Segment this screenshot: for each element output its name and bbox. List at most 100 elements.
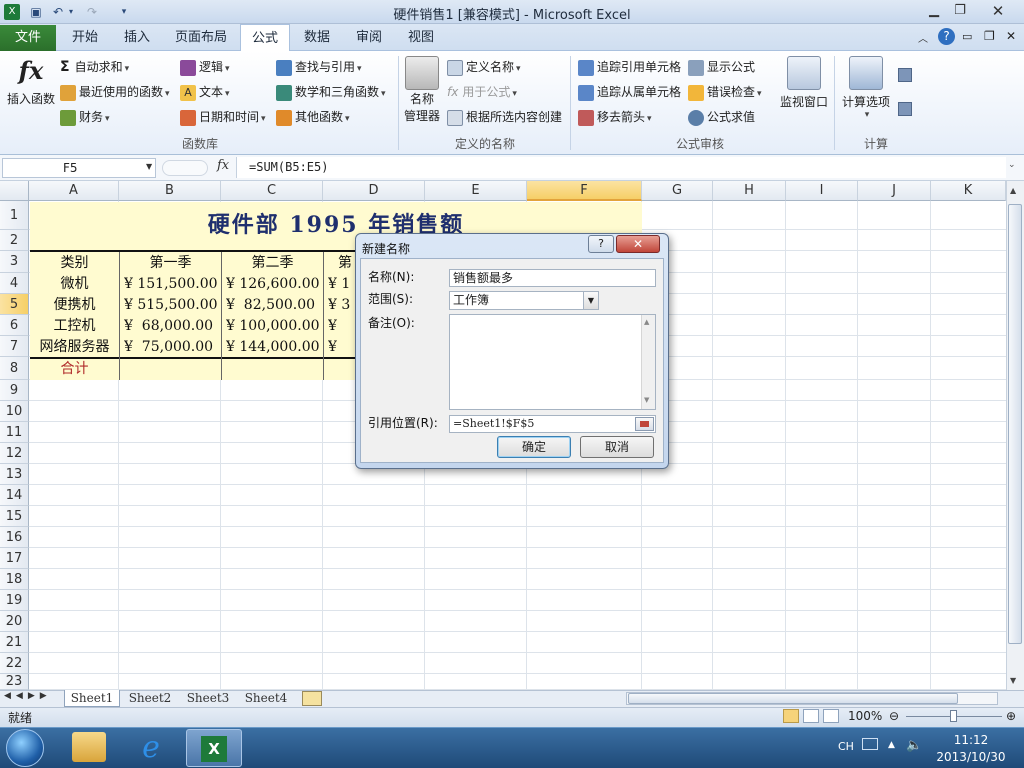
row-header[interactable]: 17 (0, 548, 29, 569)
page-layout-view-icon[interactable] (803, 709, 819, 723)
row-header[interactable]: 20 (0, 611, 29, 632)
row-header[interactable]: 12 (0, 443, 29, 464)
insert-sheet-icon[interactable] (302, 691, 322, 706)
excel-taskbar-button[interactable]: X (186, 729, 242, 767)
row-header[interactable]: 14 (0, 485, 29, 506)
dialog-help-button[interactable]: ? (588, 235, 614, 253)
cancel-button[interactable]: 取消 (580, 436, 654, 458)
tab-home[interactable]: 开始 (62, 24, 108, 51)
insert-function-fx-button[interactable]: fx (217, 158, 229, 173)
doc-minimize-icon[interactable]: ▭ (962, 30, 972, 43)
trace-dependents-button[interactable]: 追踪从属单元格 (578, 82, 681, 102)
volume-icon[interactable]: 🔈 (906, 738, 922, 753)
sheet-tab-sheet3[interactable]: Sheet3 (180, 690, 236, 707)
recent-functions-button[interactable]: 最近使用的函数 ▾ (60, 82, 170, 102)
table-cell-category[interactable]: 网络服务器 (30, 337, 119, 357)
trace-precedents-button[interactable]: 追踪引用单元格 (578, 57, 681, 77)
expand-formula-bar-icon[interactable]: ⌄ (1008, 160, 1016, 170)
start-button[interactable] (6, 729, 44, 767)
column-header[interactable]: G (642, 181, 713, 201)
table-cell-category[interactable]: 便携机 (30, 295, 119, 315)
logical-button[interactable]: 逻辑 ▾ (180, 57, 230, 77)
clock-date[interactable]: 2013/10/30 (934, 750, 1008, 764)
formula-input[interactable]: =SUM(B5:E5) (236, 157, 1006, 178)
sheet-tab-sheet2[interactable]: Sheet2 (122, 690, 178, 707)
row-header[interactable]: 22 (0, 653, 29, 674)
table-cell-q1[interactable]: ¥ 68,000.00 (124, 316, 219, 336)
error-checking-button[interactable]: 错误检查 ▾ (688, 82, 762, 102)
zoom-in-icon[interactable]: ⊕ (1006, 709, 1016, 723)
tab-formulas[interactable]: 公式 (240, 24, 290, 52)
table-cell-category[interactable]: 工控机 (30, 316, 119, 336)
create-from-selection-button[interactable]: 根据所选内容创建 (447, 107, 562, 127)
text-function-button[interactable]: A 文本 ▾ (180, 82, 230, 102)
clock-time[interactable]: 11:12 (938, 733, 1004, 747)
column-header[interactable]: B (119, 181, 221, 201)
table-cell-q2[interactable]: ¥ 126,600.00 (226, 274, 321, 294)
row-header[interactable]: 18 (0, 569, 29, 590)
name-box[interactable]: F5 (2, 158, 156, 178)
tab-data[interactable]: 数据 (294, 24, 340, 51)
tab-page-layout[interactable]: 页面布局 (166, 24, 236, 51)
name-input[interactable]: 销售额最多 (449, 269, 656, 287)
table-cell-q3[interactable]: ¥ 1 (328, 274, 356, 294)
header-q2[interactable]: 第二季 (222, 253, 323, 273)
collapse-dialog-icon[interactable] (635, 417, 654, 431)
header-q1[interactable]: 第一季 (120, 253, 221, 273)
tab-file[interactable]: 文件 (0, 25, 56, 51)
math-trig-button[interactable]: 数学和三角函数 ▾ (276, 82, 386, 102)
ok-button[interactable]: 确定 (497, 436, 571, 458)
refers-to-input[interactable]: =Sheet1!$F$5 (449, 415, 656, 433)
zoom-slider-thumb[interactable] (950, 710, 957, 722)
comment-scroll-up-icon[interactable]: ▲ (644, 318, 649, 326)
column-header[interactable]: D (323, 181, 425, 201)
column-header[interactable]: E (425, 181, 527, 201)
scroll-down-icon[interactable]: ▼ (1010, 676, 1016, 685)
autosum-button[interactable]: Σ 自动求和 ▾ (60, 57, 129, 77)
file-explorer-icon[interactable] (72, 732, 106, 762)
name-manager-button[interactable]: 名称 管理器 (403, 56, 441, 124)
row-header[interactable]: 6 (0, 315, 29, 336)
row-header[interactable]: 9 (0, 380, 29, 401)
row-header[interactable]: 2 (0, 230, 29, 251)
show-hidden-icons[interactable]: ▲ (888, 740, 895, 750)
lookup-button[interactable]: 查找与引用 ▾ (276, 57, 362, 77)
table-cell-q3[interactable]: ¥ 3 (328, 295, 356, 315)
vertical-scroll-thumb[interactable] (1008, 204, 1022, 644)
row-header[interactable]: 7 (0, 336, 29, 357)
horizontal-scroll-thumb[interactable] (628, 693, 958, 704)
table-cell-q2[interactable]: ¥ 100,000.00 (226, 316, 321, 336)
column-header[interactable]: K (931, 181, 1006, 201)
column-header[interactable]: J (858, 181, 931, 201)
row-header[interactable]: 19 (0, 590, 29, 611)
comment-textarea[interactable] (449, 314, 656, 410)
doc-close-icon[interactable]: ✕ (1006, 29, 1016, 43)
column-header[interactable]: I (786, 181, 858, 201)
row-header[interactable]: 8 (0, 357, 29, 380)
show-formulas-button[interactable]: 显示公式 (688, 57, 755, 77)
tab-insert[interactable]: 插入 (114, 24, 160, 51)
minimize-button[interactable]: ▁ (920, 1, 948, 21)
zoom-level[interactable]: 100% (848, 709, 882, 723)
financial-button[interactable]: 财务 ▾ (60, 107, 110, 127)
table-cell-q3[interactable]: ¥ (328, 337, 356, 357)
row-header[interactable]: 16 (0, 527, 29, 548)
formula-bar-resize-handle[interactable] (162, 160, 208, 176)
remove-arrows-button[interactable]: 移去箭头 ▾ (578, 107, 652, 127)
row-header[interactable]: 4 (0, 273, 29, 294)
header-category[interactable]: 类别 (30, 253, 119, 273)
select-all-corner[interactable] (0, 181, 29, 201)
tab-review[interactable]: 审阅 (346, 24, 392, 51)
insert-function-button[interactable]: fx 插入函数 (6, 56, 56, 107)
row-header[interactable]: 21 (0, 632, 29, 653)
table-cell-q2[interactable]: ¥ 144,000.00 (226, 337, 321, 357)
row-header[interactable]: 3 (0, 251, 29, 273)
internet-explorer-icon[interactable]: e (134, 731, 168, 765)
more-functions-button[interactable]: 其他函数 ▾ (276, 107, 350, 127)
column-header[interactable]: C (221, 181, 323, 201)
row-header[interactable]: 5 (0, 294, 29, 315)
row-header[interactable]: 1 (0, 201, 29, 230)
calculate-sheet-icon[interactable] (898, 102, 912, 116)
row-header[interactable]: 23 (0, 674, 29, 690)
keyboard-icon[interactable] (862, 738, 878, 750)
